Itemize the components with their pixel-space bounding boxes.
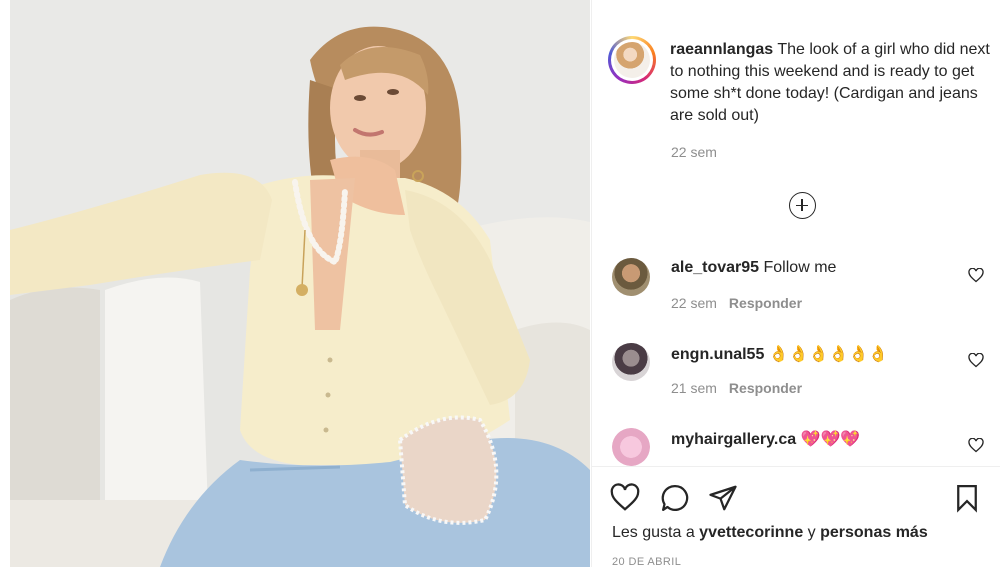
- comment-time[interactable]: 21 sem: [671, 380, 717, 396]
- commenter-username[interactable]: engn.unal55: [671, 346, 764, 363]
- post-image: [10, 0, 590, 567]
- like-comment-heart-icon[interactable]: [968, 353, 984, 368]
- author-username[interactable]: raeannlangas: [670, 41, 773, 58]
- caption-time[interactable]: 22 sem: [671, 144, 717, 160]
- commenter-username[interactable]: myhairgallery.ca: [671, 431, 796, 448]
- commenter-avatar[interactable]: [612, 258, 650, 296]
- comment-meta: 22 sem Responder: [671, 295, 802, 311]
- comments-list: ale_tovar95 Follow me 22 sem Responder en…: [592, 240, 1000, 466]
- comment-text: myhairgallery.ca 💖💖💖: [671, 429, 860, 449]
- comment-body: 👌👌👌👌👌👌: [764, 346, 889, 363]
- post-photo[interactable]: [10, 0, 590, 567]
- commenter-username[interactable]: ale_tovar95: [671, 259, 759, 276]
- liker-username[interactable]: yvettecorinne: [699, 524, 803, 541]
- comment-time[interactable]: 22 sem: [671, 295, 717, 311]
- likes-connector: y: [803, 524, 821, 541]
- comment-text: ale_tovar95 Follow me: [671, 259, 836, 277]
- like-comment-heart-icon[interactable]: [968, 438, 984, 453]
- commenter-avatar[interactable]: [612, 428, 650, 466]
- post-actions: Les gusta a yvettecorinne y personas más…: [592, 466, 1000, 567]
- like-heart-icon[interactable]: [610, 483, 640, 513]
- load-more-comments-plus-circle-icon[interactable]: [789, 192, 816, 219]
- reply-button[interactable]: Responder: [729, 295, 802, 311]
- comment-item: ale_tovar95 Follow me 22 sem Responder: [592, 240, 1000, 320]
- comment-item: engn.unal55 👌👌👌👌👌👌 21 sem Responder: [592, 325, 1000, 405]
- comment-body: 💖💖💖: [796, 431, 861, 448]
- comment-icon[interactable]: [660, 483, 690, 513]
- post-date[interactable]: 20 DE ABRIL: [612, 556, 681, 567]
- likes-others[interactable]: personas más: [820, 524, 928, 541]
- comment-body: Follow me: [759, 259, 837, 276]
- bookmark-icon[interactable]: [952, 483, 982, 513]
- comment-meta: 21 sem Responder: [671, 380, 802, 396]
- share-icon[interactable]: [708, 483, 738, 513]
- comment-text: engn.unal55 👌👌👌👌👌👌: [671, 344, 888, 364]
- post-side-panel: raeannlangas The look of a girl who did …: [591, 0, 1000, 567]
- caption-text: raeannlangas The look of a girl who did …: [670, 39, 1000, 127]
- reply-button[interactable]: Responder: [729, 380, 802, 396]
- comment-item: myhairgallery.ca 💖💖💖: [592, 410, 1000, 466]
- likes-summary[interactable]: Les gusta a yvettecorinne y personas más: [612, 524, 928, 542]
- commenter-avatar[interactable]: [612, 343, 650, 381]
- likes-prefix: Les gusta a: [612, 524, 700, 541]
- like-comment-heart-icon[interactable]: [968, 268, 984, 283]
- author-avatar[interactable]: [608, 36, 656, 84]
